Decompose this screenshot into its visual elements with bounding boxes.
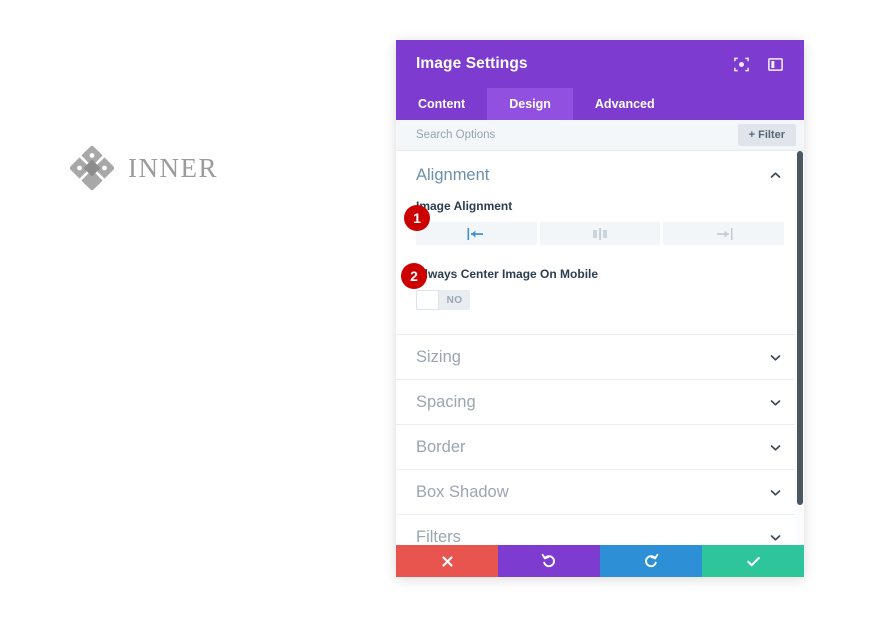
logo-wordmark: INNER <box>128 152 218 183</box>
align-left-icon <box>466 227 486 241</box>
panel-body: Alignment Image Alignment Always Center … <box>396 151 804 545</box>
chevron-up-icon[interactable] <box>769 169 782 182</box>
search-options-input[interactable] <box>416 129 738 141</box>
chevron-down-icon[interactable] <box>769 396 782 409</box>
diamond-cluster-icon <box>70 146 114 190</box>
image-alignment-label: Image Alignment <box>416 199 513 213</box>
redo-icon <box>643 553 659 569</box>
close-icon <box>440 554 455 569</box>
scrollbar-thumb[interactable] <box>797 151 803 505</box>
section-row-box-shadow[interactable]: Box Shadow <box>396 470 804 515</box>
tab-design[interactable]: Design <box>487 88 573 120</box>
section-row-filters[interactable]: Filters <box>396 515 804 545</box>
screenshot-canvas: INNER Image Settings Content Design Adva… <box>0 0 880 641</box>
focus-target-icon[interactable] <box>733 56 750 73</box>
chevron-down-icon[interactable] <box>769 486 782 499</box>
scrollbar-track[interactable] <box>795 151 804 545</box>
annotation-badge-1: 1 <box>404 205 430 231</box>
panel-header: Image Settings <box>396 40 804 88</box>
tab-advanced[interactable]: Advanced <box>573 88 677 120</box>
toggle-knob <box>416 290 439 310</box>
check-icon <box>745 553 762 570</box>
section-filters-title: Filters <box>416 527 461 546</box>
image-settings-panel: Image Settings Content Design Advanced S… <box>396 40 804 577</box>
undo-button[interactable] <box>498 545 600 577</box>
section-alignment-title: Alignment <box>416 165 490 184</box>
section-spacing-title: Spacing <box>416 392 476 411</box>
save-button[interactable] <box>702 545 804 577</box>
section-row-spacing[interactable]: Spacing <box>396 380 804 425</box>
undo-icon <box>541 553 557 569</box>
image-alignment-field: Image Alignment Always Center Image On M… <box>396 199 804 310</box>
inner-logo: INNER <box>70 146 218 190</box>
toggle-value: NO <box>446 294 463 306</box>
section-alignment: Alignment Image Alignment Always Center … <box>396 151 804 335</box>
align-center-button[interactable] <box>539 222 661 245</box>
always-center-mobile-toggle[interactable]: NO <box>416 290 470 310</box>
annotation-badge-2: 2 <box>401 263 427 289</box>
filter-button[interactable]: + Filter <box>737 124 796 146</box>
section-row-sizing[interactable]: Sizing <box>396 335 804 380</box>
align-left-button[interactable] <box>416 222 537 245</box>
align-right-icon <box>714 227 734 241</box>
align-right-button[interactable] <box>663 222 785 245</box>
header-icon-group <box>733 56 784 73</box>
section-sizing-title: Sizing <box>416 347 461 366</box>
cancel-button[interactable] <box>396 545 498 577</box>
chevron-down-icon[interactable] <box>769 531 782 544</box>
section-border-title: Border <box>416 437 466 456</box>
layout-columns-icon[interactable] <box>767 56 784 73</box>
image-alignment-button-group <box>416 222 785 245</box>
redo-button[interactable] <box>600 545 702 577</box>
always-center-mobile-label: Always Center Image On Mobile <box>416 267 599 281</box>
panel-tabs: Content Design Advanced <box>396 88 804 120</box>
chevron-down-icon[interactable] <box>769 441 782 454</box>
panel-footer <box>396 545 804 577</box>
section-alignment-header[interactable]: Alignment <box>396 151 804 199</box>
tab-content[interactable]: Content <box>396 88 487 120</box>
panel-title: Image Settings <box>416 55 528 72</box>
search-row: + Filter <box>396 120 804 151</box>
chevron-down-icon[interactable] <box>769 351 782 364</box>
section-box-shadow-title: Box Shadow <box>416 482 509 501</box>
section-row-border[interactable]: Border <box>396 425 804 470</box>
align-center-icon <box>590 227 610 241</box>
